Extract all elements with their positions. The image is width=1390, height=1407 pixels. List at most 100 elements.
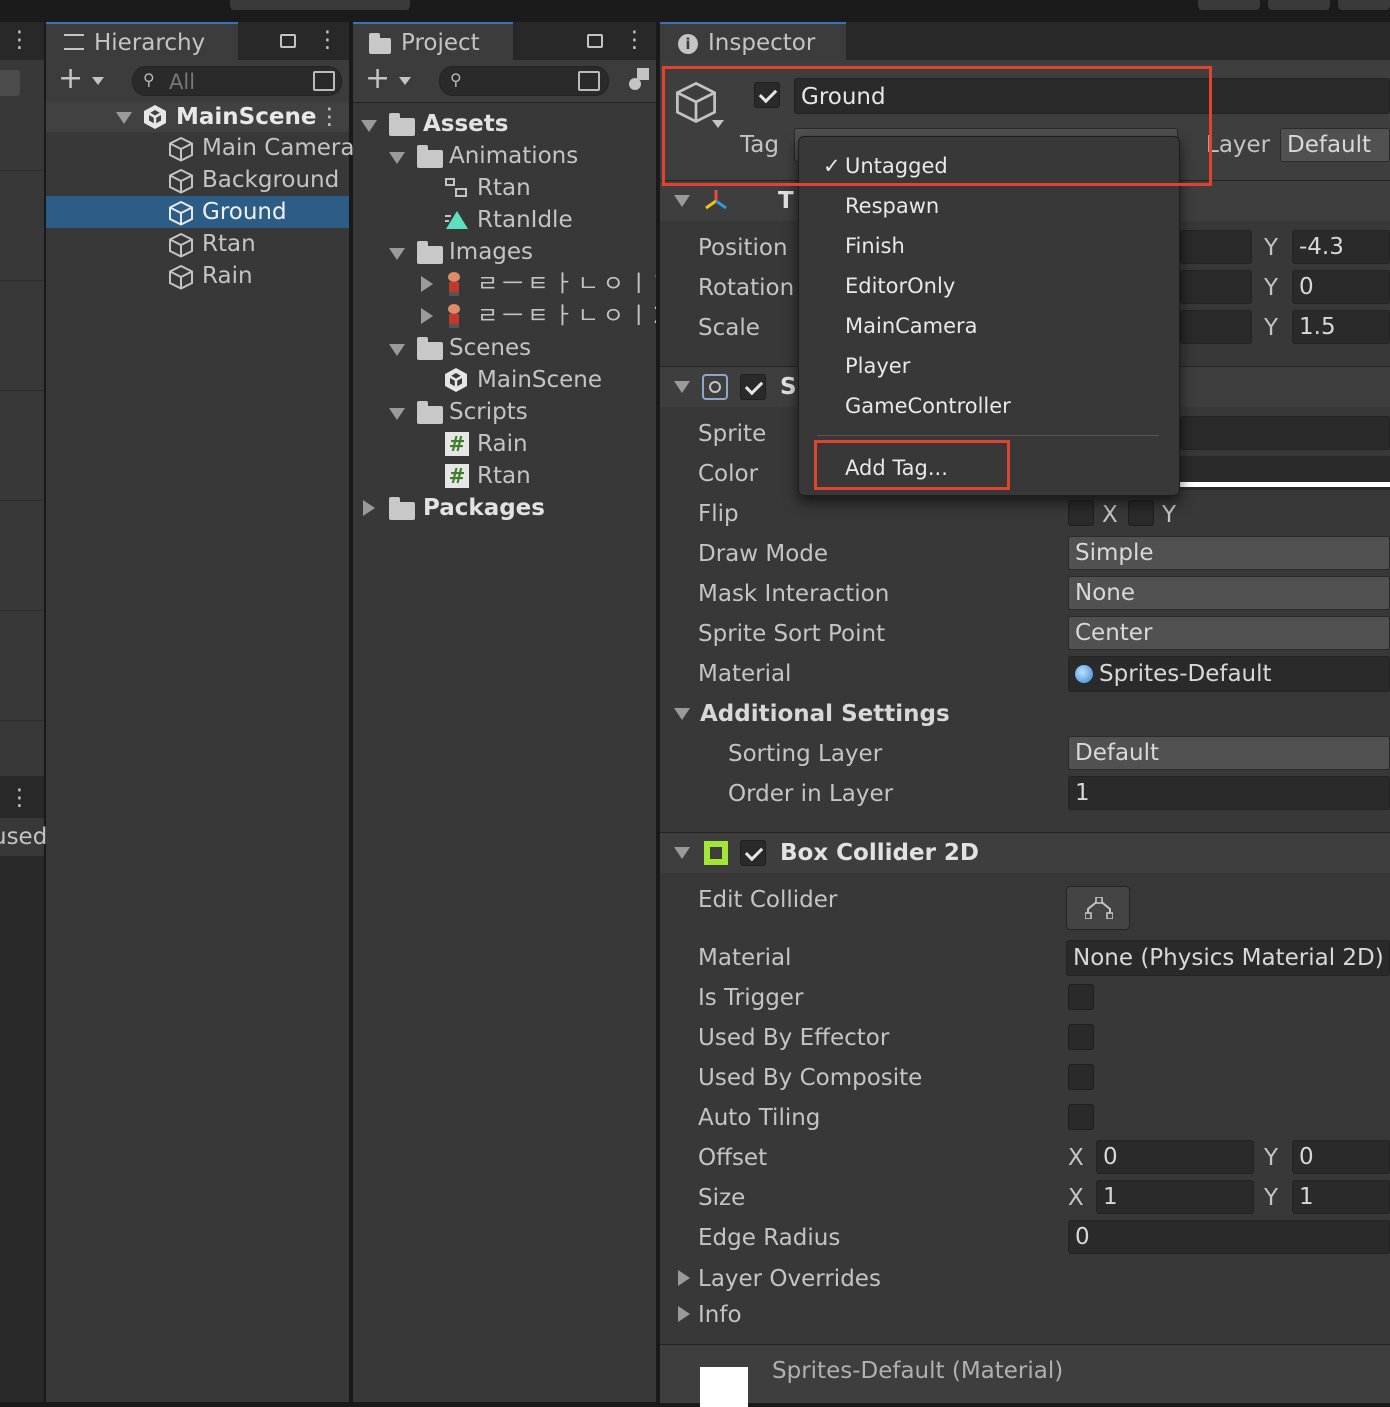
tab-inspector[interactable]: i Inspector	[660, 22, 846, 60]
toolbar-button-group[interactable]	[230, 0, 410, 10]
layer-dropdown[interactable]: Default	[1280, 128, 1390, 162]
toolbar-search-button[interactable]	[1268, 0, 1330, 10]
is-trigger-checkbox[interactable]	[1068, 984, 1094, 1010]
search-filter-icon[interactable]	[578, 71, 600, 91]
project-asset-mainscene[interactable]: MainScene	[353, 364, 656, 396]
flip-x-checkbox[interactable]	[1068, 500, 1094, 526]
scene-row[interactable]: MainScene ⋮	[46, 102, 349, 132]
lock-icon[interactable]	[280, 34, 296, 48]
flip-y-checkbox[interactable]	[1128, 500, 1154, 526]
offset-x-field[interactable]: 0	[1096, 1140, 1254, 1174]
project-folder-packages[interactable]: Packages	[353, 492, 656, 524]
project-asset-script-rtan[interactable]: # Rtan	[353, 460, 656, 492]
hierarchy-search-input[interactable]: ⚲ All	[132, 66, 342, 96]
kebab-menu-icon[interactable]: ⋮	[623, 26, 646, 54]
gameobject-cube-icon[interactable]	[674, 80, 718, 124]
add-tag-menu-item[interactable]: Add Tag...	[845, 455, 948, 481]
tab-hierarchy[interactable]: Hierarchy	[46, 22, 238, 60]
tag-option-player[interactable]: Player	[845, 353, 910, 379]
tag-option-gamecontroller[interactable]: GameController	[845, 393, 1011, 419]
project-folder-animations[interactable]: Animations	[353, 140, 656, 172]
collapse-arrow-icon[interactable]	[674, 847, 690, 859]
size-y-field[interactable]: 1	[1292, 1180, 1390, 1214]
expand-arrow-icon[interactable]	[361, 120, 377, 132]
expand-arrow-icon[interactable]	[389, 408, 405, 420]
edit-collider-button[interactable]	[1066, 886, 1130, 930]
edge-radius-field[interactable]: 0	[1068, 1220, 1390, 1254]
scale-x-field[interactable]	[1180, 310, 1252, 344]
rotation-y-field[interactable]: 0	[1292, 270, 1390, 304]
scene-filter-icon[interactable]	[313, 71, 335, 91]
object-name-field[interactable]: Ground	[794, 78, 1390, 114]
project-asset-rtan-controller[interactable]: Rtan	[353, 172, 656, 204]
offset-y-field[interactable]: 0	[1292, 1140, 1390, 1174]
chevron-down-icon[interactable]	[399, 77, 411, 85]
layer-overrides-foldout[interactable]: Layer Overrides	[660, 1262, 1390, 1296]
position-x-field[interactable]	[1180, 230, 1252, 264]
sprite-field[interactable]	[1180, 416, 1390, 450]
toolbar-layers-button[interactable]	[1338, 0, 1390, 10]
expand-arrow-icon[interactable]	[116, 112, 132, 124]
expand-arrow-icon[interactable]	[363, 500, 375, 516]
toolbar-history-button[interactable]	[1198, 0, 1260, 10]
collider-material-field[interactable]: None (Physics Material 2D)	[1066, 940, 1390, 976]
project-asset-image-2[interactable]: ㄹㅡㅌㅏㄴㅇㅣ2	[353, 300, 656, 332]
add-plus-icon[interactable]: +	[365, 64, 390, 94]
kebab-menu-icon[interactable]: ⋮	[316, 26, 339, 54]
color-field[interactable]	[1180, 456, 1390, 490]
hierarchy-item-rtan[interactable]: Rtan	[46, 228, 349, 260]
expand-arrow-icon[interactable]	[389, 248, 405, 260]
draw-mode-dropdown[interactable]: Simple	[1068, 536, 1390, 570]
box-collider-header[interactable]: Box Collider 2D	[660, 832, 1390, 873]
sorting-layer-dropdown[interactable]: Default	[1068, 736, 1390, 770]
additional-settings-foldout[interactable]: Additional Settings	[660, 696, 1390, 732]
scale-y-field[interactable]: 1.5	[1292, 310, 1390, 344]
used-by-composite-checkbox[interactable]	[1068, 1064, 1094, 1090]
size-x-field[interactable]: 1	[1096, 1180, 1254, 1214]
rotation-x-field[interactable]	[1180, 270, 1252, 304]
expand-arrow-icon[interactable]	[678, 1270, 690, 1286]
expand-arrow-icon[interactable]	[678, 1306, 690, 1322]
sprite-renderer-enabled-checkbox[interactable]	[740, 374, 766, 400]
collapse-arrow-icon[interactable]	[674, 381, 690, 393]
project-asset-image-1[interactable]: ㄹㅡㅌㅏㄴㅇㅣ1	[353, 268, 656, 300]
project-folder-scenes[interactable]: Scenes	[353, 332, 656, 364]
tag-option-untagged[interactable]: Untagged	[845, 153, 948, 179]
filter-by-type-icon[interactable]	[629, 68, 651, 92]
object-active-checkbox[interactable]	[754, 82, 780, 108]
auto-tiling-checkbox[interactable]	[1068, 1104, 1094, 1130]
tag-option-maincamera[interactable]: MainCamera	[845, 313, 978, 339]
add-plus-icon[interactable]: +	[58, 64, 83, 94]
info-foldout[interactable]: Info	[660, 1298, 1390, 1332]
material-field[interactable]: Sprites-Default	[1068, 656, 1390, 692]
expand-arrow-icon[interactable]	[389, 152, 405, 164]
expand-arrow-icon[interactable]	[389, 344, 405, 356]
collapse-arrow-icon[interactable]	[674, 195, 690, 207]
hierarchy-item-rain[interactable]: Rain	[46, 260, 349, 292]
kebab-menu-icon[interactable]: ⋮	[8, 784, 31, 812]
collapse-arrow-icon[interactable]	[674, 708, 690, 720]
expand-arrow-icon[interactable]	[421, 308, 433, 324]
kebab-menu-icon[interactable]: ⋮	[8, 26, 31, 54]
tag-option-finish[interactable]: Finish	[845, 233, 905, 259]
box-collider-enabled-checkbox[interactable]	[740, 840, 766, 866]
mask-interaction-dropdown[interactable]: None	[1068, 576, 1390, 610]
order-in-layer-field[interactable]: 1	[1068, 776, 1390, 810]
hierarchy-item-ground[interactable]: Ground	[46, 196, 349, 228]
used-by-effector-checkbox[interactable]	[1068, 1024, 1094, 1050]
chevron-down-icon[interactable]	[712, 120, 724, 128]
sprite-sort-point-dropdown[interactable]: Center	[1068, 616, 1390, 650]
position-y-field[interactable]: -4.3	[1292, 230, 1390, 264]
tag-option-editoronly[interactable]: EditorOnly	[845, 273, 955, 299]
project-folder-scripts[interactable]: Scripts	[353, 396, 656, 428]
chevron-down-icon[interactable]	[92, 77, 104, 85]
expand-arrow-icon[interactable]	[421, 276, 433, 292]
hierarchy-item-background[interactable]: Background	[46, 164, 349, 196]
hierarchy-item-main-camera[interactable]: Main Camera	[46, 132, 354, 164]
tab-project[interactable]: Project	[353, 22, 513, 60]
project-folder-images[interactable]: Images	[353, 236, 656, 268]
project-search-input[interactable]: ⚲	[439, 66, 609, 96]
project-folder-assets[interactable]: Assets	[353, 108, 656, 140]
project-asset-script-rain[interactable]: # Rain	[353, 428, 656, 460]
lock-icon[interactable]	[587, 34, 603, 48]
